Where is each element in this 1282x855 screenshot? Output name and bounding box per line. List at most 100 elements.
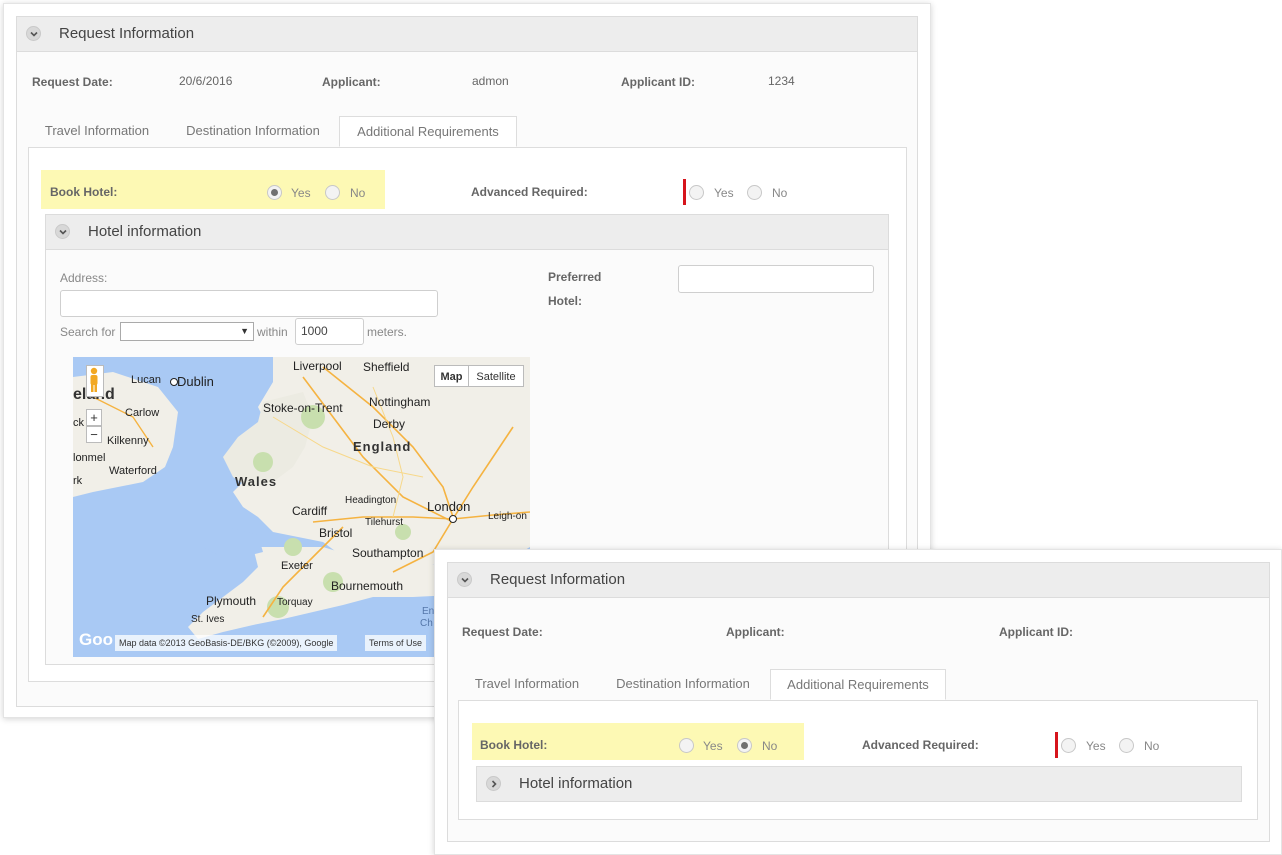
- within-distance-input[interactable]: 1000: [295, 318, 364, 345]
- hotel-information-panel-collapsed: Hotel information: [476, 766, 1242, 802]
- advanced-no-radio[interactable]: [1119, 738, 1134, 753]
- map-label-dublin: Dublin: [177, 374, 214, 389]
- request-date-label: Request Date:: [32, 75, 113, 89]
- book-hotel-yes-radio[interactable]: [679, 738, 694, 753]
- applicant-id-label: Applicant ID:: [999, 625, 1073, 639]
- zoom-out-button[interactable]: −: [86, 426, 102, 443]
- applicant-id-label: Applicant ID:: [621, 75, 695, 89]
- tab-destination-information[interactable]: Destination Information: [598, 669, 768, 700]
- applicant-label: Applicant:: [726, 625, 785, 639]
- map-label-ck: ck: [73, 417, 84, 429]
- map-label-liverpool: Liverpool: [293, 359, 342, 373]
- map-label-carlow: Carlow: [125, 407, 160, 419]
- book-hotel-no-radio[interactable]: [325, 185, 340, 200]
- map-label-exeter: Exeter: [281, 560, 313, 572]
- applicant-label: Applicant:: [322, 75, 381, 89]
- address-input[interactable]: [60, 290, 438, 317]
- map-label-england: England: [353, 439, 412, 454]
- search-for-select[interactable]: ▼: [120, 322, 254, 341]
- map-attribution: Map data ©2013 GeoBasis-DE/BKG (©2009), …: [115, 635, 338, 651]
- google-logo: Goo: [79, 630, 113, 649]
- required-marker: [683, 179, 686, 205]
- map-label-plymouth: Plymouth: [206, 594, 257, 608]
- front-window: Request Information Request Date: Applic…: [434, 549, 1282, 855]
- map-label-leigh: Leigh-on: [488, 511, 527, 522]
- preferred-hotel-input[interactable]: [678, 265, 874, 293]
- map-label-lucan: Lucan: [131, 374, 161, 386]
- map-label-clonmel: lonmel: [73, 452, 106, 464]
- map-type-satellite-button[interactable]: Satellite: [468, 365, 524, 387]
- map-label-waterford: Waterford: [109, 465, 157, 477]
- within-label: within: [257, 325, 288, 339]
- applicant-value: admon: [472, 74, 509, 88]
- address-label: Address:: [60, 271, 108, 285]
- map-label-headington: Headington: [345, 495, 397, 506]
- chevron-down-icon[interactable]: [26, 26, 41, 41]
- advanced-yes-radio[interactable]: [1061, 738, 1076, 753]
- map-label-stoke: Stoke-on-Trent: [263, 401, 343, 415]
- book-hotel-yes-radio[interactable]: [267, 185, 282, 200]
- hotel-information-title: Hotel information: [88, 223, 202, 240]
- zoom-in-button[interactable]: +: [86, 409, 102, 426]
- map-label-wales: Wales: [235, 474, 278, 489]
- book-hotel-no-label: No: [350, 186, 366, 200]
- map-label-london: London: [427, 499, 471, 514]
- advanced-no-label: No: [772, 186, 788, 200]
- required-marker: [1055, 732, 1058, 758]
- book-hotel-yes-label: Yes: [291, 186, 311, 200]
- advanced-yes-label: Yes: [714, 186, 734, 200]
- preferred-hotel-label-line1: Preferred: [548, 270, 602, 284]
- map-type-map-button[interactable]: Map: [434, 365, 469, 387]
- chevron-down-icon[interactable]: [55, 224, 70, 239]
- hotel-information-title: Hotel information: [519, 775, 633, 792]
- dropdown-arrow-icon: ▼: [240, 326, 249, 336]
- meters-label: meters.: [367, 325, 408, 339]
- map-label-kilkenny: Kilkenny: [107, 435, 149, 447]
- request-information-header[interactable]: Request Information: [17, 17, 917, 52]
- section-title: Request Information: [490, 571, 626, 588]
- tab-bar: Travel Information Destination Informati…: [28, 116, 908, 148]
- map-terms-link[interactable]: Terms of Use: [365, 635, 427, 651]
- street-view-pegman-icon[interactable]: [86, 365, 104, 397]
- applicant-id-value: 1234: [768, 74, 795, 88]
- request-date-value: 20/6/2016: [179, 74, 233, 88]
- book-hotel-no-label: No: [762, 739, 778, 753]
- map-label-ch: Ch: [420, 618, 433, 629]
- book-hotel-yes-label: Yes: [703, 739, 723, 753]
- map-label-stives: St. Ives: [191, 614, 225, 625]
- map-label-bristol: Bristol: [319, 526, 353, 540]
- preferred-hotel-label-line2: Hotel:: [548, 294, 582, 308]
- tab-additional-requirements[interactable]: Additional Requirements: [770, 669, 946, 700]
- map-label-en: En: [422, 606, 435, 617]
- map-label-bournemouth: Bournemouth: [331, 579, 404, 593]
- book-hotel-no-radio[interactable]: [737, 738, 752, 753]
- book-hotel-label: Book Hotel:: [50, 185, 118, 199]
- city-marker-icon: [449, 515, 457, 523]
- search-for-label: Search for: [60, 325, 116, 339]
- advanced-no-label: No: [1144, 739, 1160, 753]
- map-label-nottingham: Nottingham: [369, 395, 431, 409]
- advanced-yes-label: Yes: [1086, 739, 1106, 753]
- tab-additional-requirements[interactable]: Additional Requirements: [339, 116, 517, 147]
- map-label-sheffield: Sheffield: [363, 360, 410, 374]
- tab-travel-information[interactable]: Travel Information: [28, 116, 166, 147]
- tab-travel-information[interactable]: Travel Information: [458, 669, 596, 700]
- advanced-required-label: Advanced Required:: [471, 185, 588, 199]
- map-label-derby: Derby: [373, 417, 406, 431]
- chevron-right-icon[interactable]: [486, 776, 501, 791]
- tab-bar: Travel Information Destination Informati…: [458, 669, 1258, 701]
- advanced-yes-radio[interactable]: [689, 185, 704, 200]
- map-label-tilehurst: Tilehurst: [365, 517, 403, 528]
- hotel-information-header[interactable]: Hotel information: [46, 215, 888, 250]
- map-label-torquay: Torquay: [277, 597, 313, 608]
- map-label-southampton: Southampton: [352, 546, 424, 560]
- advanced-no-radio[interactable]: [747, 185, 762, 200]
- section-title: Request Information: [59, 25, 195, 42]
- request-information-panel: Request Information Request Date: Applic…: [447, 562, 1270, 842]
- tab-destination-information[interactable]: Destination Information: [168, 116, 338, 147]
- request-date-label: Request Date:: [462, 625, 543, 639]
- map-label-rk: rk: [73, 475, 83, 487]
- request-information-header[interactable]: Request Information: [448, 563, 1269, 598]
- book-hotel-label: Book Hotel:: [480, 738, 548, 752]
- chevron-down-icon[interactable]: [457, 572, 472, 587]
